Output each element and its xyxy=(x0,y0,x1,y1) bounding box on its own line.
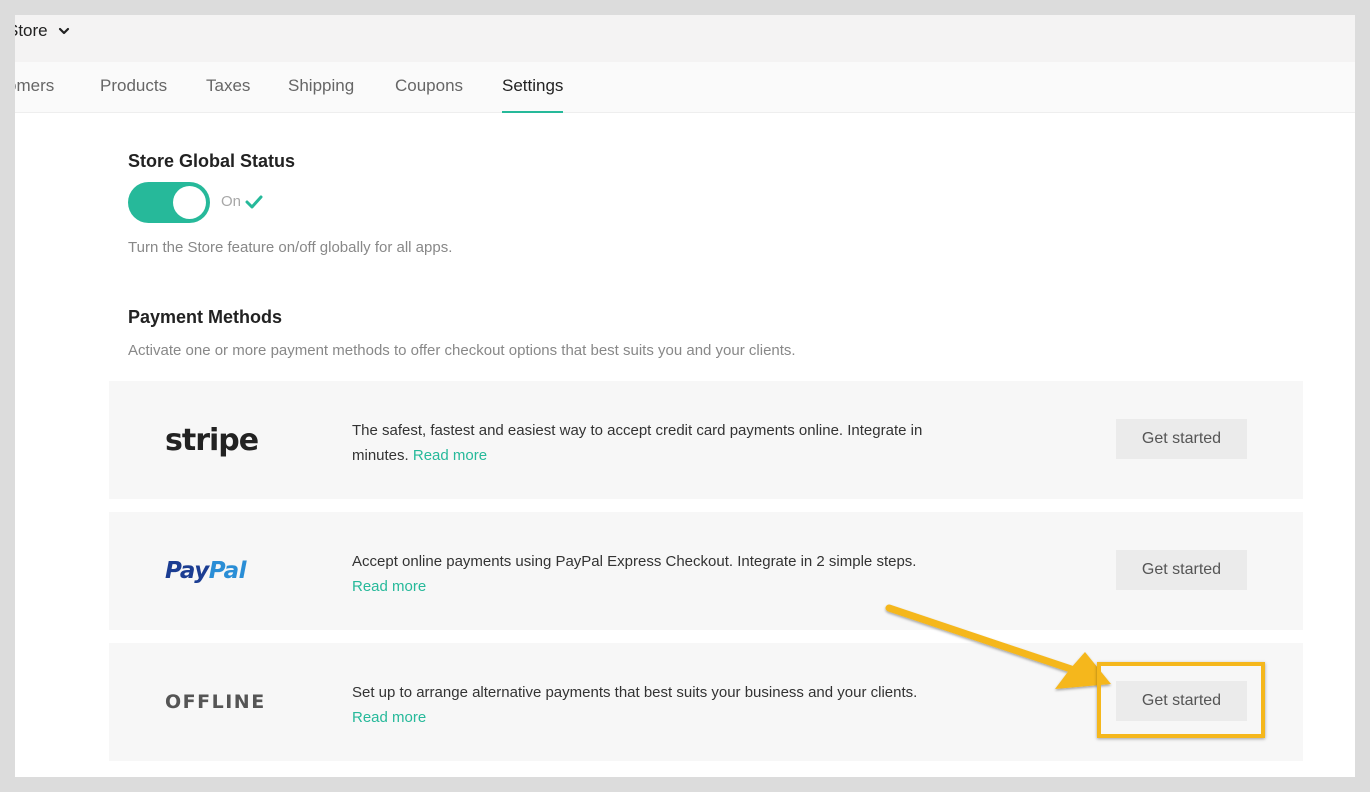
toggle-knob xyxy=(173,186,206,219)
offline-read-more-link[interactable]: Read more xyxy=(352,709,426,726)
paypal-logo-pal: Pal xyxy=(208,558,247,584)
offline-logo: OFFLINE xyxy=(165,643,266,761)
paypal-logo-pay: Pay xyxy=(165,558,209,584)
paypal-get-started-button[interactable]: Get started xyxy=(1116,550,1247,590)
toggle-state: On xyxy=(221,193,263,210)
tab-bar: omers Products Taxes Shipping Coupons Se… xyxy=(15,62,1355,113)
paypal-description: Accept online payments using PayPal Expr… xyxy=(352,549,972,599)
payment-methods-description: Activate one or more payment methods to … xyxy=(128,342,796,359)
offline-logo-text: OFFLINE xyxy=(165,691,266,713)
stripe-get-started-button[interactable]: Get started xyxy=(1116,419,1247,459)
stripe-description: The safest, fastest and easiest way to a… xyxy=(352,418,972,468)
store-switcher[interactable]: Store xyxy=(15,21,70,41)
stripe-logo: stripe xyxy=(165,381,259,499)
top-bar: Store xyxy=(15,15,1355,62)
offline-description-text: Set up to arrange alternative payments t… xyxy=(352,684,918,701)
stripe-logo-text: stripe xyxy=(165,422,259,458)
app-window: Store omers Products Taxes Shipping Coup… xyxy=(15,15,1355,777)
toggle-state-label: On xyxy=(221,193,242,210)
paypal-logo: PayPal xyxy=(165,512,247,630)
chevron-down-icon xyxy=(58,27,69,35)
arrow-annotation xyxy=(885,604,1111,689)
store-status-toggle[interactable] xyxy=(128,182,210,223)
global-status-title: Store Global Status xyxy=(128,151,296,171)
tab-coupons[interactable]: Coupons xyxy=(395,76,463,113)
paypal-description-text: Accept online payments using PayPal Expr… xyxy=(352,553,917,570)
checkmark-icon xyxy=(245,195,263,208)
tab-products[interactable]: Products xyxy=(100,76,167,113)
tab-customers[interactable]: omers xyxy=(15,76,54,113)
tab-shipping[interactable]: Shipping xyxy=(288,76,354,113)
stripe-read-more-link[interactable]: Read more xyxy=(413,447,487,464)
payment-method-stripe: stripe The safest, fastest and easiest w… xyxy=(109,381,1303,499)
global-status-description: Turn the Store feature on/off globally f… xyxy=(128,239,453,256)
tab-settings[interactable]: Settings xyxy=(502,76,564,113)
paypal-read-more-link[interactable]: Read more xyxy=(352,578,426,595)
highlight-box xyxy=(1097,662,1265,738)
tab-taxes[interactable]: Taxes xyxy=(206,76,250,113)
payment-methods-title: Payment Methods xyxy=(128,307,283,327)
store-name: Store xyxy=(15,21,48,40)
